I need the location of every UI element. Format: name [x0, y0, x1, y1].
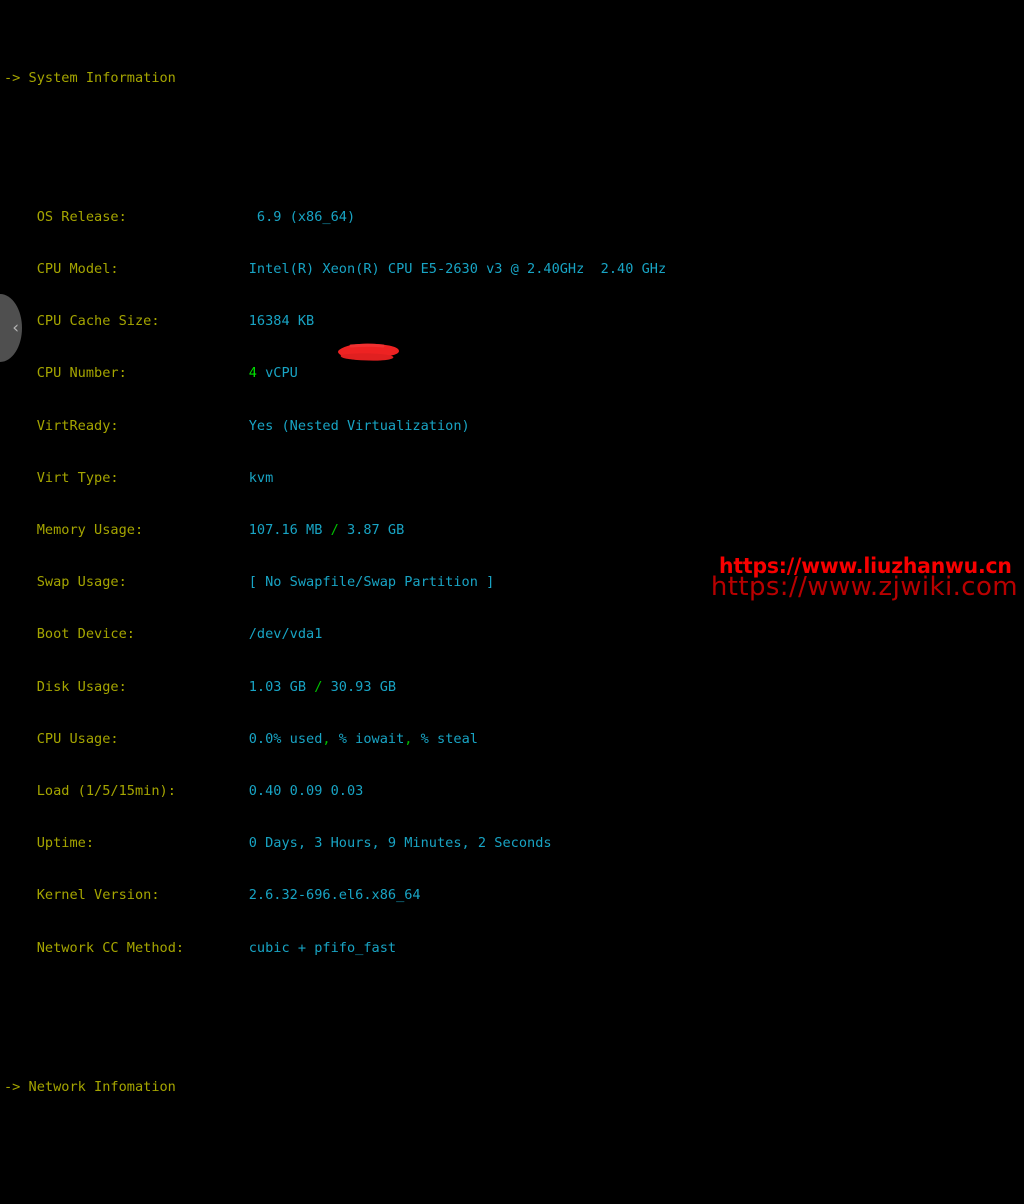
row-value: 0.40 0.09 0.03: [248, 783, 364, 800]
row-value-separator: /: [330, 522, 339, 539]
info-row-cpu-number: CPU Number: 4 vCPU: [0, 348, 1024, 381]
row-value: 16384 KB: [248, 313, 315, 330]
row-value: /dev/vda1: [248, 626, 323, 643]
info-row-cpu-cache-size: CPU Cache Size: 16384 KB: [0, 296, 1024, 329]
info-row-load-average: Load (1/5/15min): 0.40 0.09 0.03: [0, 766, 1024, 799]
cpu-steal: % steal: [412, 730, 478, 747]
row-value-separator: /: [314, 678, 323, 695]
cpu-separator-2: ,: [404, 730, 413, 747]
info-row-cpu-model: CPU Model: Intel(R) Xeon(R) CPU E5-2630 v…: [0, 244, 1024, 277]
row-label: CPU Cache Size:: [36, 313, 160, 330]
cpu-separator-1: ,: [322, 730, 331, 747]
info-row-virtready: VirtReady: Yes (Nested Virtualization): [0, 400, 1024, 434]
row-label: CPU Model:: [36, 261, 119, 278]
cpu-iowait: % iowait: [330, 730, 405, 747]
row-label: Memory Usage:: [36, 522, 144, 539]
info-row-cpu-usage: CPU Usage: 0.0% used, % iowait, % steal: [0, 713, 1024, 747]
row-label: VirtReady:: [36, 417, 119, 434]
cpu-used: 0.0% used: [248, 730, 323, 747]
row-label: Swap Usage:: [36, 574, 127, 591]
network-row-ipv4-address: IPV4 - IP Address:[CA] 149.56.32.: [0, 1201, 1024, 1204]
info-row-memory-usage: Memory Usage: 107.16 MB / 3.87 GB: [0, 505, 1024, 538]
row-value: [ No Swapfile/Swap Partition ]: [248, 574, 495, 591]
row-value-total: 30.93 GB: [322, 678, 397, 695]
section-header-system-information: -> System Information: [4, 69, 176, 86]
row-value: 2.6.32-696.el6.x86_64: [248, 887, 421, 904]
row-value: Intel(R) Xeon(R) CPU E5-2630 v3 @ 2.40GH…: [248, 261, 667, 278]
terminal-output: -> System Information OS Release: 6.9 (x…: [0, 0, 1024, 1095]
row-value-count: 4: [248, 365, 257, 382]
row-label: Boot Device:: [36, 626, 135, 643]
section-header-network-information: -> Network Infomation: [4, 1078, 176, 1095]
info-row-kernel-version: Kernel Version: 2.6.32-696.el6.x86_64: [0, 870, 1024, 903]
row-value: 0 Days, 3 Hours, 9 Minutes, 2 Seconds: [248, 835, 552, 852]
row-label: Network CC Method:: [36, 939, 185, 956]
watermark-secondary: https://www.zjwiki.com: [710, 572, 1018, 602]
row-value: 6.9 (x86_64): [248, 208, 356, 225]
row-label: Disk Usage:: [36, 678, 127, 695]
row-value-unit: vCPU: [256, 365, 298, 382]
row-label: Virt Type:: [36, 469, 119, 486]
row-value-total: 3.87 GB: [338, 522, 405, 539]
row-value: kvm: [248, 469, 274, 486]
row-label: OS Release:: [36, 208, 127, 225]
row-label: CPU Number:: [36, 365, 127, 382]
info-row-network-cc-method: Network CC Method: cubic + pfifo_fast: [0, 922, 1024, 956]
row-value: Yes (Nested Virtualization): [248, 417, 470, 434]
info-row-os-release: OS Release: 6.9 (x86_64): [0, 191, 1024, 225]
row-label: Uptime:: [36, 835, 95, 852]
info-row-disk-usage: Disk Usage: 1.03 GB / 30.93 GB: [0, 661, 1024, 695]
info-row-boot-device: Boot Device: /dev/vda1: [0, 609, 1024, 642]
row-value: cubic + pfifo_fast: [248, 939, 397, 956]
chevron-left-icon: ‹: [12, 317, 19, 338]
row-label: Kernel Version:: [36, 887, 160, 904]
row-value-used: 1.03 GB: [248, 678, 315, 695]
row-value-used: 107.16 MB: [248, 522, 331, 539]
row-label: Load (1/5/15min):: [36, 783, 176, 800]
info-row-uptime: Uptime: 0 Days, 3 Hours, 9 Minutes, 2 Sec…: [0, 818, 1024, 851]
row-label: CPU Usage:: [36, 730, 119, 747]
info-row-virt-type: Virt Type: kvm: [0, 452, 1024, 486]
